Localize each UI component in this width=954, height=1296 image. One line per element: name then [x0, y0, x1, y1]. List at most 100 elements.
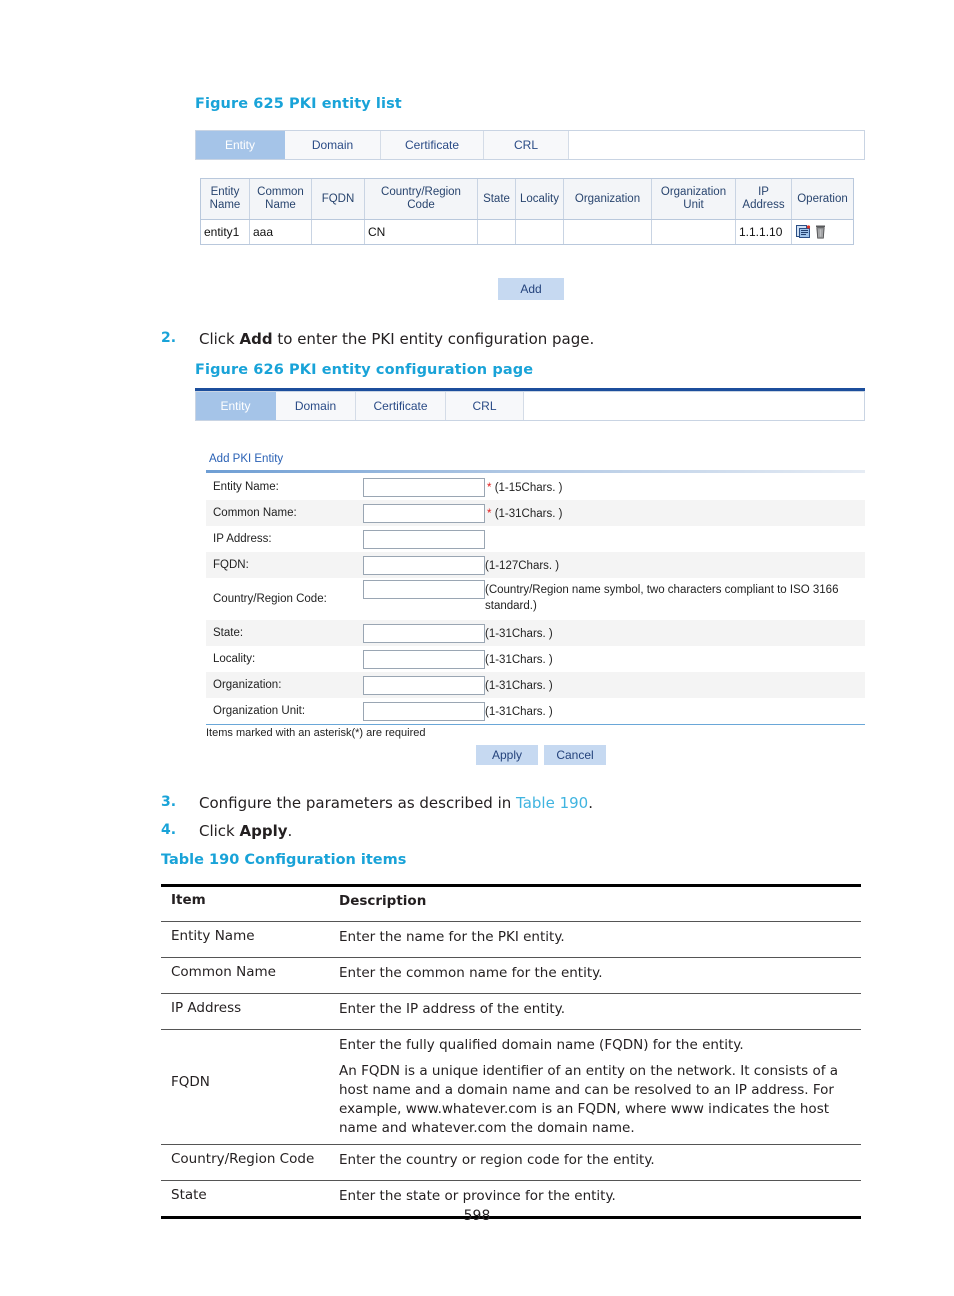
col-ip-address: IP Address	[736, 179, 792, 219]
rule-row-3	[161, 1029, 861, 1030]
td-desc-country-region-code: Enter the country or region code for the…	[339, 1152, 655, 1168]
td-item-country-region-code: Country/Region Code	[171, 1151, 315, 1167]
label-ip-address: IP Address:	[213, 533, 272, 545]
apply-button-label: Apply	[491, 748, 523, 762]
tab-entity[interactable]: Entity	[196, 131, 285, 159]
hint-common-name: * (1-31Chars. )	[487, 507, 562, 523]
step-2-text: Click Add to enter the PKI entity config…	[199, 330, 594, 348]
label-common-name: Common Name:	[213, 507, 297, 519]
table-header-row: Entity Name Common Name FQDN Country/Reg…	[201, 179, 853, 220]
table-row: entity1 aaa CN 1.1.1.10	[201, 220, 853, 244]
step-2: 2. Click Add to enter the PKI entity con…	[161, 330, 801, 350]
rule-row-1	[161, 957, 861, 958]
step-4-text-after: .	[287, 822, 293, 840]
config-tabbar-filler	[524, 392, 864, 420]
table-row: IP Address Enter the IP address of the e…	[161, 1000, 861, 1026]
add-pki-entity-link[interactable]: Add PKI Entity	[209, 453, 283, 465]
config-tab-crl-label: CRL	[472, 399, 497, 413]
table-190: Item Description Entity Name Enter the n…	[161, 884, 861, 1219]
step-3-number: 3.	[161, 794, 177, 810]
table-190-link[interactable]: Table 190	[516, 794, 588, 812]
td-desc-common-name: Enter the common name for the entity.	[339, 965, 603, 981]
page-number: 598	[463, 1208, 491, 1224]
label-organization-unit: Organization Unit:	[213, 705, 306, 717]
pki-entity-table: Entity Name Common Name FQDN Country/Reg…	[200, 178, 854, 245]
delete-entity-icon[interactable]	[815, 225, 826, 239]
td-item-common-name: Common Name	[171, 964, 276, 980]
td-desc-entity-name: Enter the name for the PKI entity.	[339, 929, 565, 945]
footnote-rule	[206, 724, 865, 725]
col-fqdn: FQDN	[312, 179, 365, 219]
config-tab-entity[interactable]: Entity	[196, 392, 276, 420]
table-row: Common Name Enter the common name for th…	[161, 964, 861, 990]
step-3-text-before: Configure the parameters as described in	[199, 794, 517, 812]
col-country-region-code: Country/Region Code	[365, 179, 478, 219]
label-fqdn: FQDN:	[213, 559, 249, 571]
th-description: Description	[339, 893, 427, 909]
tab-entity-label: Entity	[224, 138, 255, 152]
cell-ip-address: 1.1.1.10	[736, 220, 792, 244]
apply-button[interactable]: Apply	[476, 745, 538, 765]
label-state: State:	[213, 627, 244, 639]
step-4-text-before: Click	[199, 822, 240, 840]
tab-crl[interactable]: CRL	[484, 131, 569, 159]
tab-certificate-label: Certificate	[404, 138, 460, 152]
entity-config-tabbar: Entity Domain Certificate CRL	[195, 391, 865, 421]
tab-certificate[interactable]: Certificate	[381, 131, 484, 159]
step-3: 3. Configure the parameters as described…	[161, 794, 801, 814]
step-4-text: Click Apply.	[199, 822, 292, 840]
organization-unit-input[interactable]	[363, 702, 485, 721]
config-tab-crl[interactable]: CRL	[446, 392, 524, 420]
rule-row-2	[161, 993, 861, 994]
section-underline	[206, 470, 865, 473]
step-3-text: Configure the parameters as described in…	[199, 794, 593, 812]
ip-address-input[interactable]	[363, 530, 485, 549]
col-organization: Organization	[564, 179, 652, 219]
td-desc-ip-address: Enter the IP address of the entity.	[339, 1001, 566, 1017]
pki-entity-list-panel: Entity Domain Certificate CRL Entity Nam…	[195, 130, 865, 250]
config-tab-certificate[interactable]: Certificate	[356, 392, 446, 420]
tab-domain[interactable]: Domain	[285, 131, 381, 159]
th-item: Item	[171, 892, 206, 908]
add-button[interactable]: Add	[498, 278, 564, 300]
label-entity-name: Entity Name:	[213, 481, 279, 493]
hint-country-region-code: (Country/Region name symbol, two charact…	[485, 584, 839, 612]
cell-fqdn	[312, 220, 365, 244]
state-input[interactable]	[363, 624, 485, 643]
config-tab-domain-label: Domain	[294, 399, 337, 413]
fqdn-input[interactable]	[363, 556, 485, 575]
table-190-caption: Table 190 Configuration items	[161, 852, 407, 868]
td-item-fqdn: FQDN	[171, 1074, 210, 1090]
rule-after-header	[161, 921, 861, 922]
td-item-entity-name: Entity Name	[171, 928, 255, 944]
cell-common-name: aaa	[250, 220, 312, 244]
tabbar-filler	[569, 131, 864, 159]
col-locality: Locality	[516, 179, 564, 219]
cancel-button[interactable]: Cancel	[544, 745, 606, 765]
rule-row-4	[161, 1144, 861, 1145]
hint-state: (1-31Chars. )	[485, 628, 553, 640]
entity-name-input[interactable]	[363, 478, 485, 497]
required-asterisk-common-name: *	[487, 508, 492, 520]
config-tab-domain[interactable]: Domain	[276, 392, 356, 420]
label-country-region-code: Country/Region Code:	[213, 593, 327, 605]
organization-input[interactable]	[363, 676, 485, 695]
hint-organization-unit: (1-31Chars. )	[485, 706, 553, 718]
td-desc-fqdn-2: An FQDN is a unique identifier of an ent…	[339, 1063, 839, 1137]
td-desc-state: Enter the state or province for the enti…	[339, 1188, 616, 1204]
rule-row-5	[161, 1180, 861, 1181]
cell-locality	[516, 220, 564, 244]
country-region-code-input[interactable]	[363, 580, 485, 599]
step-4-number: 4.	[161, 822, 177, 838]
common-name-input[interactable]	[363, 504, 485, 523]
figure-626-caption: Figure 626 PKI entity configuration page	[195, 362, 534, 378]
edit-entity-icon[interactable]	[796, 225, 811, 239]
config-tab-entity-label: Entity	[220, 399, 251, 413]
locality-input[interactable]	[363, 650, 485, 669]
step-4-bold: Apply	[239, 822, 288, 840]
table-row: Entity Name Enter the name for the PKI e…	[161, 928, 861, 954]
step-4: 4. Click Apply.	[161, 822, 801, 842]
config-tab-certificate-label: Certificate	[373, 399, 428, 413]
step-2-bold: Add	[239, 330, 273, 348]
cell-operation	[792, 220, 853, 244]
